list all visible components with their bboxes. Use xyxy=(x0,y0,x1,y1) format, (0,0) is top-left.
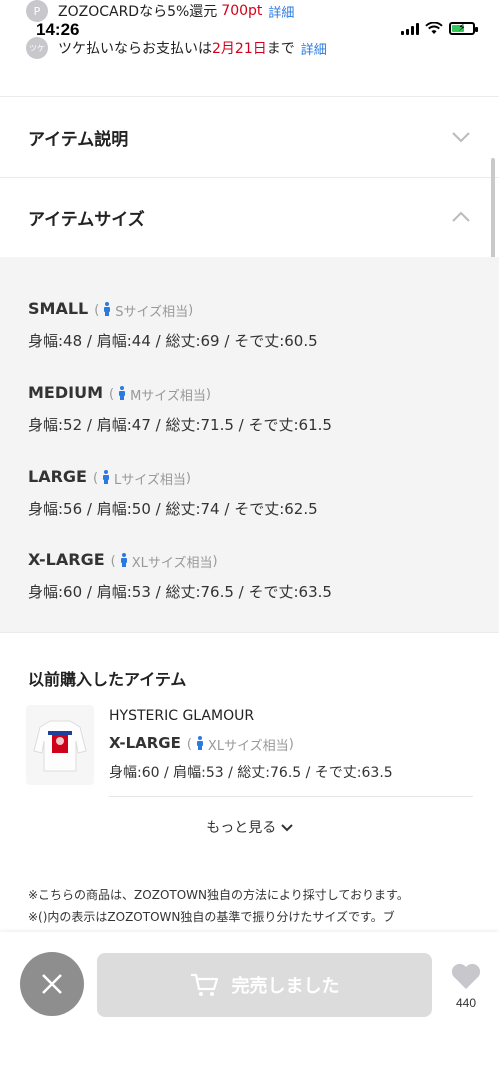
product-brand[interactable]: HYSTERIC GLAMOUR xyxy=(109,708,254,724)
divider xyxy=(109,796,473,797)
battery-icon: ⚡ xyxy=(449,21,478,35)
status-icons: ⚡ xyxy=(401,21,478,35)
chevron-down-icon xyxy=(281,824,293,832)
size-list: SMALL (Sサイズ相当) 身幅:48 / 肩幅:44 / 総丈:69 / そ… xyxy=(0,257,499,633)
size-equivalent: (Sサイズ相当) xyxy=(94,301,194,320)
size-name: X-LARGE xyxy=(28,550,105,569)
size-equivalent: (Mサイズ相当) xyxy=(109,385,211,404)
person-icon xyxy=(196,735,204,754)
person-icon xyxy=(118,385,126,404)
top-header: P ZOZOCARDなら5%還元 700pt 詳細 14:26 ツケ ツケ払いな… xyxy=(0,0,499,96)
note-line: ※()内の表示はZOZOTOWN独自の基準で振り分けたサイズです。ブ xyxy=(28,910,395,924)
divider xyxy=(0,96,499,97)
wifi-icon xyxy=(425,22,443,34)
size-name: LARGE xyxy=(28,467,87,486)
close-button[interactable] xyxy=(20,952,84,1016)
size-notes: ※こちらの商品は、ZOZOTOWN独自の方法により採寸しております。 ※()内の… xyxy=(28,884,478,928)
size-equivalent: (XLサイズ相当) xyxy=(186,735,294,754)
accordion-title-description: アイテム説明 xyxy=(28,129,129,150)
accordion-title-sizes: アイテムサイズ xyxy=(28,209,145,230)
size-measurements: 身幅:52 / 肩幅:47 / 総丈:71.5 / そで丈:61.5 xyxy=(28,416,332,434)
size-item-xlarge: X-LARGE (XLサイズ相当) 身幅:60 / 肩幅:53 / 総丈:76.… xyxy=(28,550,332,602)
chevron-up-icon xyxy=(451,208,471,227)
person-icon xyxy=(120,552,128,571)
favorite-button[interactable]: 440 xyxy=(448,962,484,1010)
heart-icon xyxy=(451,963,481,989)
section-title: 以前購入したアイテム xyxy=(28,670,187,689)
bottom-action-bar: 完売しました 440 xyxy=(0,932,499,1080)
accordion-item-sizes[interactable]: アイテムサイズ xyxy=(0,178,499,256)
chevron-down-icon xyxy=(451,128,471,147)
size-name: X-LARGE xyxy=(109,734,181,752)
size-measurements: 身幅:60 / 肩幅:53 / 総丈:76.5 / そで丈:63.5 xyxy=(28,583,332,601)
size-equivalent: (XLサイズ相当) xyxy=(110,552,218,571)
note-line: ※こちらの商品は、ZOZOTOWN独自の方法により採寸しております。 xyxy=(28,888,409,902)
signal-icon xyxy=(401,22,419,35)
tsuke-icon: ツケ xyxy=(26,37,48,59)
sold-out-label: 完売しました xyxy=(231,976,340,997)
promo-zozocard-detail-link[interactable]: 詳細 xyxy=(268,2,294,21)
size-equivalent: (Lサイズ相当) xyxy=(92,469,191,488)
promo-tsuke-detail-link[interactable]: 詳細 xyxy=(301,39,327,58)
product-size: X-LARGE (XLサイズ相当) xyxy=(109,734,294,754)
show-more-button[interactable]: もっと見る xyxy=(0,817,499,837)
promo-tsuke-suffix: まで xyxy=(266,41,295,57)
size-item-medium: MEDIUM (Mサイズ相当) 身幅:52 / 肩幅:47 / 総丈:71.5 … xyxy=(28,383,332,435)
size-measurements: 身幅:48 / 肩幅:44 / 総丈:69 / そで丈:60.5 xyxy=(28,332,318,350)
close-icon xyxy=(42,974,62,994)
size-measurements: 身幅:56 / 肩幅:50 / 総丈:74 / そで丈:62.5 xyxy=(28,500,318,518)
product-thumbnail[interactable] xyxy=(26,705,94,785)
sold-out-button[interactable]: 完売しました xyxy=(97,953,432,1017)
cart-icon xyxy=(190,973,218,996)
size-item-small: SMALL (Sサイズ相当) 身幅:48 / 肩幅:44 / 総丈:69 / そ… xyxy=(28,299,318,351)
previous-purchase-section: 以前購入したアイテム HYSTERIC GLAMOUR X-LARGE (XLサ… xyxy=(0,633,499,863)
size-name: SMALL xyxy=(28,299,89,318)
promo-due-date: 2月21日 xyxy=(212,41,267,57)
person-icon xyxy=(103,301,111,320)
size-item-large: LARGE (Lサイズ相当) 身幅:56 / 肩幅:50 / 総丈:74 / そ… xyxy=(28,467,318,519)
size-name: MEDIUM xyxy=(28,383,103,402)
promo-tsuke: ツケ ツケ払いならお支払いは 2月21日 まで 詳細 xyxy=(26,37,327,59)
person-icon xyxy=(102,469,110,488)
promo-zozocard-text: ZOZOCARDなら5%還元 xyxy=(58,4,218,20)
product-measurements: 身幅:60 / 肩幅:53 / 総丈:76.5 / そで丈:63.5 xyxy=(109,765,393,781)
promo-points: 700pt xyxy=(221,3,263,19)
favorite-count: 440 xyxy=(455,996,477,1010)
points-icon: P xyxy=(26,0,48,22)
promo-zozocard: P ZOZOCARDなら5%還元 700pt 詳細 xyxy=(26,0,294,22)
accordion-item-description[interactable]: アイテム説明 xyxy=(0,98,499,176)
promo-tsuke-text: ツケ払いならお支払いは xyxy=(58,41,212,57)
